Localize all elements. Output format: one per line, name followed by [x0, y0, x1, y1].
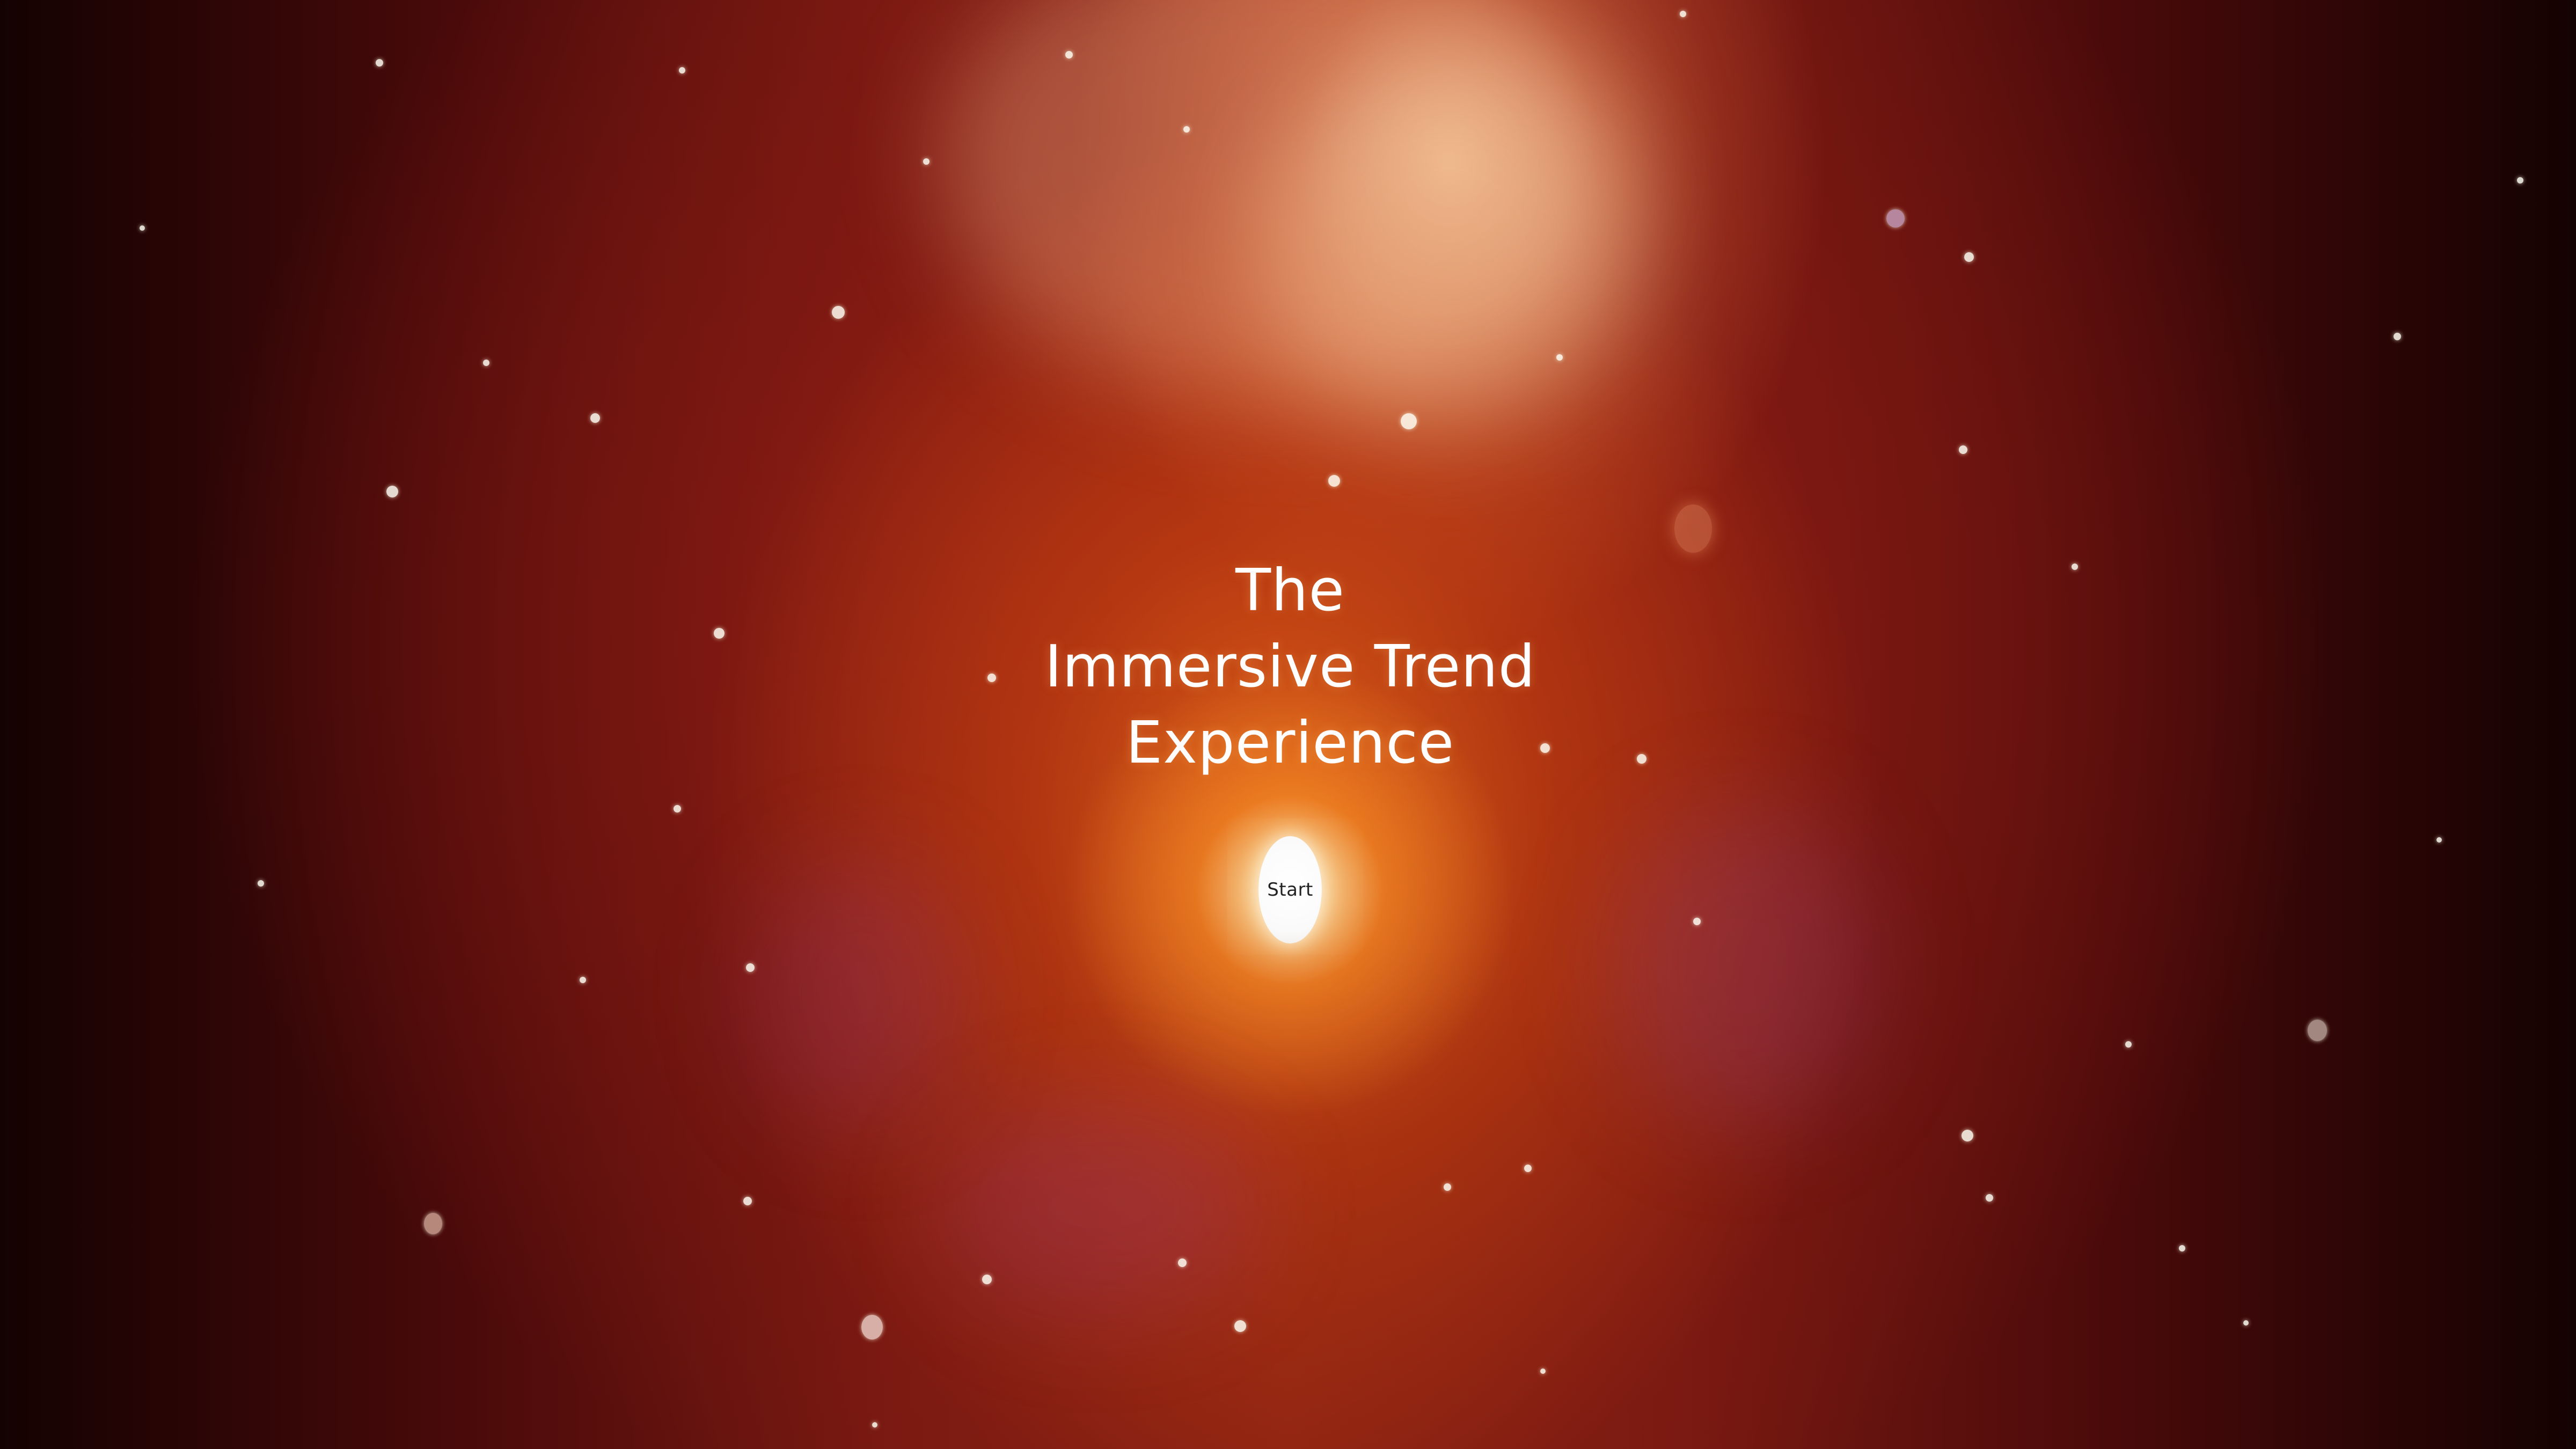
- star: [2436, 837, 2442, 843]
- nebula-cloud: [939, 0, 1637, 402]
- star: [1234, 1320, 1246, 1332]
- nebula-cloud: [1610, 805, 1878, 1127]
- star: [1065, 51, 1073, 58]
- star: [590, 413, 600, 423]
- star: [832, 306, 845, 319]
- star: [2394, 333, 2401, 340]
- star: [1680, 11, 1686, 17]
- space-background: The Immersive Trend Experience Start: [0, 0, 2576, 1449]
- star: [2179, 1245, 2185, 1252]
- star: [258, 880, 264, 887]
- star: [1962, 1130, 1973, 1141]
- star: [140, 225, 145, 231]
- star: [743, 1197, 752, 1205]
- start-button[interactable]: Start: [1258, 836, 1322, 943]
- nebula-cloud: [1261, 54, 1637, 429]
- star: [2308, 1020, 2327, 1041]
- star: [1178, 1258, 1187, 1267]
- star: [1693, 918, 1701, 925]
- star: [1556, 354, 1563, 361]
- star: [2125, 1041, 2132, 1048]
- star: [1886, 209, 1905, 228]
- nebula-cloud: [751, 859, 966, 1127]
- star: [580, 977, 586, 983]
- star: [2072, 564, 2078, 570]
- star: [1986, 1194, 1993, 1202]
- star: [1183, 126, 1190, 133]
- star: [1959, 445, 1967, 454]
- star: [424, 1213, 442, 1234]
- star: [1524, 1165, 1532, 1172]
- star: [483, 360, 489, 366]
- star: [746, 963, 755, 972]
- start-button-label: Start: [1267, 879, 1313, 901]
- star: [1964, 252, 1974, 262]
- star: [2517, 177, 2523, 184]
- star: [1401, 413, 1417, 429]
- star: [386, 486, 398, 497]
- star: [982, 1275, 992, 1284]
- star: [1674, 504, 1712, 553]
- star: [872, 1422, 877, 1428]
- star: [674, 805, 681, 813]
- star: [1328, 475, 1340, 487]
- star: [679, 67, 685, 74]
- star: [1444, 1183, 1451, 1191]
- star: [923, 158, 930, 165]
- star: [714, 628, 724, 639]
- page-title: The Immersive Trend Experience: [1044, 557, 1536, 777]
- star: [1540, 1368, 1546, 1374]
- star: [376, 59, 383, 67]
- star: [2243, 1320, 2249, 1326]
- nebula-cloud: [939, 1100, 1261, 1315]
- star: [861, 1315, 883, 1340]
